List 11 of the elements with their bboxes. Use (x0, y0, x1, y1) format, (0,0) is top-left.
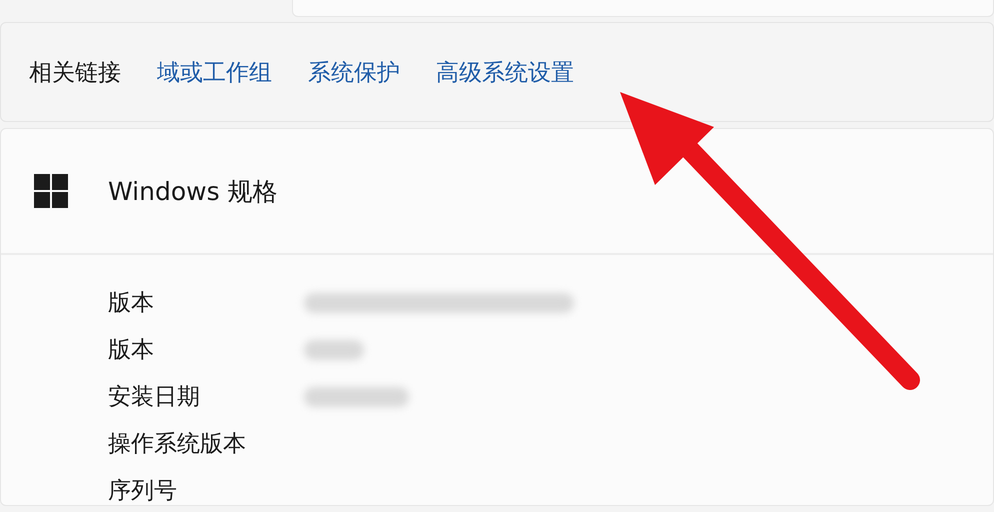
spec-label: 操作系统版本 (108, 430, 247, 459)
windows-logo-icon (34, 174, 68, 208)
settings-link[interactable]: 域或工作组 (157, 56, 272, 88)
related-links-label: 相关链接 (29, 58, 121, 88)
spec-label: 安装日期 (108, 383, 201, 412)
spec-label: 版本 (108, 289, 155, 318)
section-title: Windows 规格 (108, 176, 278, 208)
spec-label: 版本 (108, 336, 155, 365)
settings-link[interactable]: 系统保护 (308, 56, 400, 88)
settings-link[interactable]: 高级系统设置 (436, 56, 574, 88)
spec-label: 序列号 (108, 477, 178, 505)
